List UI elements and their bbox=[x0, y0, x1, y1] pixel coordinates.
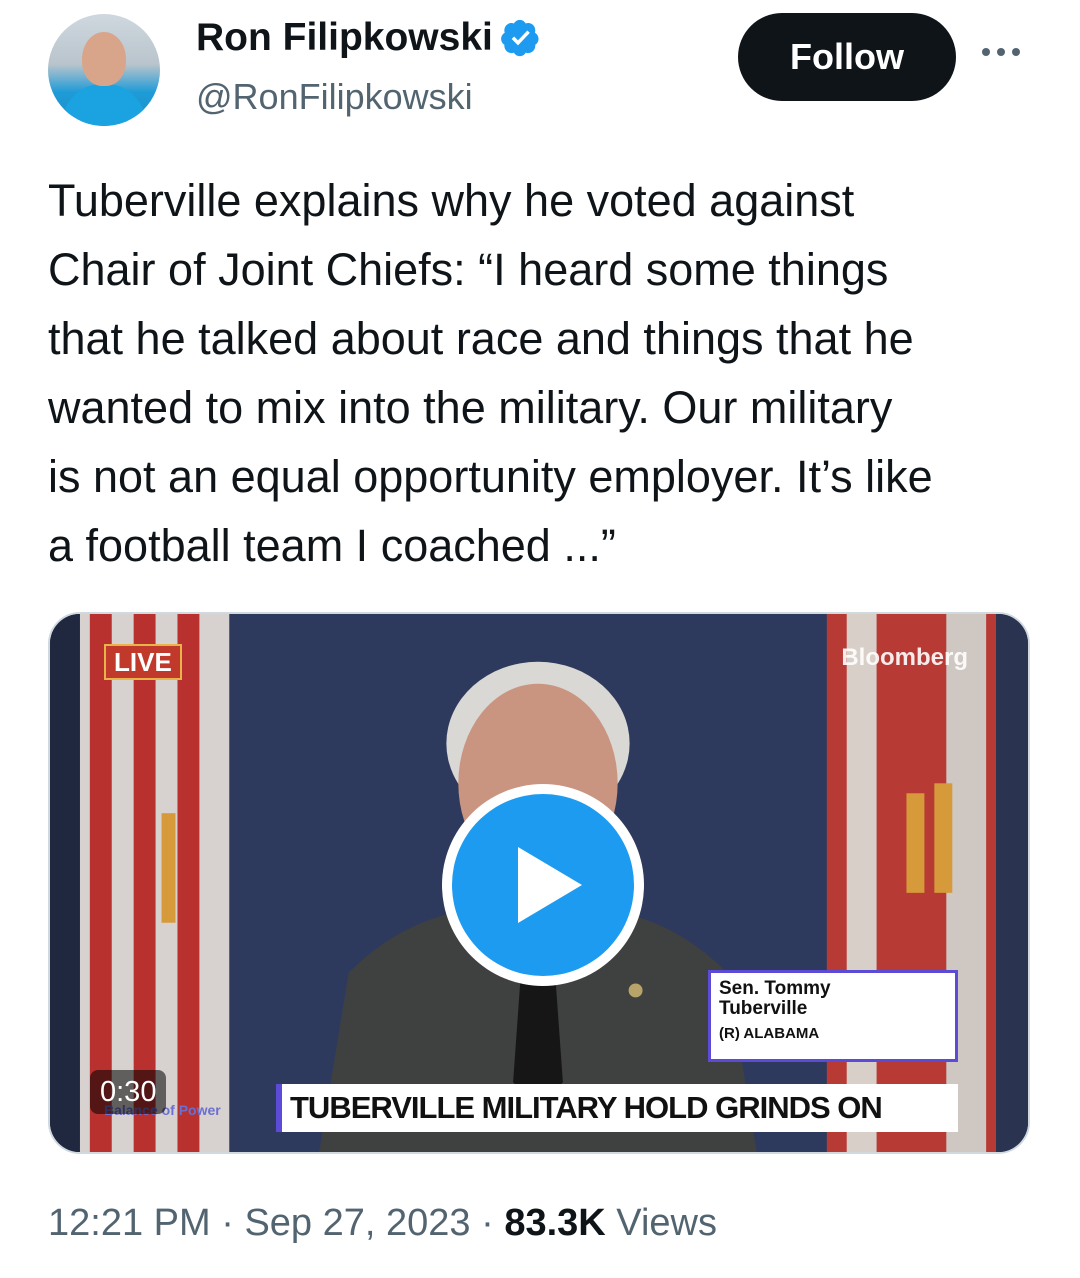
nameplate-state: (R) ALABAMA bbox=[719, 1025, 820, 1042]
nameplate-name: Tuberville bbox=[719, 998, 808, 1019]
avatar-face bbox=[82, 32, 126, 86]
play-icon bbox=[518, 847, 582, 923]
views-count: 83.3K bbox=[504, 1202, 606, 1244]
follow-button[interactable]: Follow bbox=[738, 13, 956, 101]
play-button[interactable] bbox=[442, 784, 644, 986]
more-dots-icon[interactable] bbox=[982, 38, 1028, 66]
tweet-date[interactable]: Sep 27, 2023 bbox=[244, 1202, 470, 1244]
tweet-time[interactable]: 12:21 PM bbox=[48, 1202, 211, 1244]
avatar-shirt bbox=[62, 84, 146, 126]
chyron-headline: TUBERVILLE MILITARY HOLD GRINDS ON bbox=[276, 1084, 958, 1132]
more-dot bbox=[982, 48, 990, 56]
nameplate-title: Sen. Tommy bbox=[719, 978, 831, 999]
author-handle[interactable]: @RonFilipkowski bbox=[196, 76, 473, 118]
tweet-text: Tuberville explains why he voted against… bbox=[48, 175, 933, 571]
video-player[interactable]: LIVE Bloomberg Sen. Tommy Tuberville (R)… bbox=[48, 612, 1030, 1154]
tweet-meta: 12:21 PM · Sep 27, 2023 · 83.3K Views bbox=[48, 1202, 717, 1245]
meta-separator: · bbox=[481, 1202, 494, 1244]
verified-badge-icon bbox=[500, 19, 539, 57]
lower-third-nameplate: Sen. Tommy Tuberville (R) ALABAMA bbox=[708, 970, 958, 1062]
more-dot bbox=[997, 48, 1005, 56]
network-logo: Bloomberg bbox=[841, 644, 968, 671]
author-name-row: Ron Filipkowski bbox=[196, 16, 541, 60]
meta-separator: · bbox=[221, 1202, 234, 1244]
author-name[interactable]: Ron Filipkowski bbox=[196, 16, 493, 60]
play-icon-circle bbox=[452, 794, 634, 976]
more-dot bbox=[1012, 48, 1020, 56]
avatar[interactable] bbox=[48, 14, 160, 126]
live-badge: LIVE bbox=[104, 644, 182, 680]
views-label: Views bbox=[616, 1202, 717, 1244]
video-duration: 0:30 bbox=[90, 1070, 167, 1114]
